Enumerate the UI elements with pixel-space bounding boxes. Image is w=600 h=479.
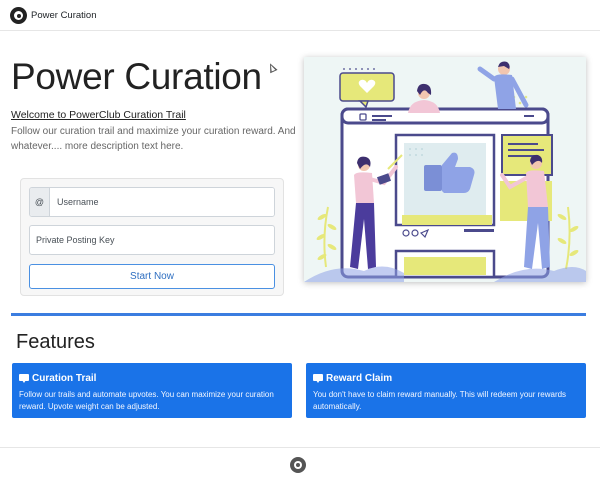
feature-card-reward-claim: Reward Claim You don't have to claim rew… (306, 363, 586, 418)
feature-body: You don't have to claim reward manually.… (313, 390, 567, 411)
login-card: @ Start Now (20, 178, 284, 296)
hero-description: Follow our curation trail and maximize y… (11, 126, 296, 152)
mouse-cursor-icon (266, 61, 278, 74)
private-posting-key-input[interactable] (29, 225, 275, 255)
features-title: Features (16, 331, 95, 353)
social-media-like-illustration (304, 57, 586, 282)
brand-link[interactable]: Power Curation (10, 7, 96, 24)
feature-card-curation-trail: Curation Trail Follow our trails and aut… (12, 363, 292, 418)
at-sign-prefix: @ (30, 188, 50, 216)
footer (0, 447, 600, 479)
power-logo-icon (10, 7, 27, 24)
comment-icon (313, 373, 323, 383)
start-now-button[interactable]: Start Now (29, 264, 275, 289)
username-input[interactable] (50, 188, 274, 216)
username-input-group: @ (29, 187, 275, 217)
hero-title: Power Curation (11, 56, 262, 97)
welcome-link[interactable]: Welcome to PowerClub Curation Trail (11, 109, 186, 121)
navbar: Power Curation (0, 0, 600, 31)
footer-logo-icon[interactable] (290, 457, 306, 473)
section-divider (11, 313, 586, 316)
comment-icon (19, 373, 29, 383)
feature-title: Curation Trail (32, 372, 97, 384)
feature-body: Follow our trails and automate upvotes. … (19, 390, 274, 411)
feature-title: Reward Claim (326, 372, 393, 384)
brand-text: Power Curation (31, 10, 97, 21)
